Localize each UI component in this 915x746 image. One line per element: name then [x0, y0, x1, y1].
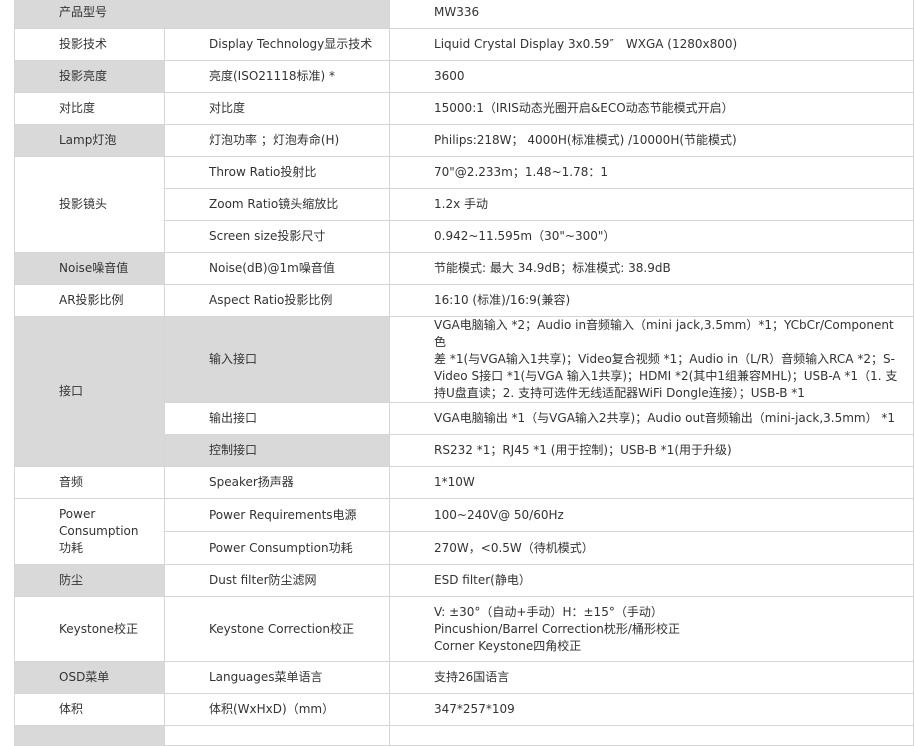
spec-value: 支持26国语言 [389, 661, 915, 694]
value-line: Video S接口 *1(与VGA 输入1共享)；HDMI *2(其中1组兼容M… [434, 369, 898, 383]
spec-name: Display Technology显示技术 [163, 28, 391, 61]
spec-value: 15000:1（IRIS动态光圈开启&ECO动态节能模式开启） [389, 92, 915, 125]
table-row: 体积 体积(WxHxD)（mm） 347*257*109 [14, 693, 915, 726]
category-cell: 投影技术 [14, 28, 165, 61]
table-row: 投影技术 Display Technology显示技术 Liquid Cryst… [14, 28, 915, 61]
spec-name: 灯泡功率 ；灯泡寿命(H) [163, 124, 391, 157]
table-row: Power Consumption 功耗 Power Requirements电… [14, 498, 915, 565]
spec-name: Screen size投影尺寸 [163, 220, 391, 253]
table-row: 音频 Speaker扬声器 1*10W [14, 466, 915, 499]
value-line: 差 *1(与VGA输入1共享)；Video复合视频 *1；Audio in（L/… [434, 352, 895, 366]
table-row: 投影镜头 Throw Ratio投射比 70"@2.233m；1.48~1.78… [14, 156, 915, 253]
spec-name: 控制接口 [163, 434, 391, 467]
table-row: Keystone校正 Keystone Correction校正 V: ±30°… [14, 596, 915, 662]
spec-value: 节能模式: 最大 34.9dB；标准模式: 38.9dB [389, 252, 915, 285]
spec-name: Power Requirements电源 [163, 498, 391, 532]
spec-value: Philips:218W； 4000H(标准模式) /10000H(节能模式) [389, 124, 915, 157]
value-line: 持U盘直读；2. 支持可选件无线适配器WiFi Dongle连接）；USB-B … [434, 386, 805, 400]
value-line: V: ±30°（自动+手动）H：±15°（手动） [434, 604, 663, 619]
spec-value: VGA电脑输出 *1（与VGA输入2共享)；Audio out音频输出（mini… [389, 402, 915, 435]
category-line: 功耗 [59, 541, 84, 555]
value-line: Corner Keystone四角校正 [434, 638, 582, 653]
table-row: 对比度 对比度 15000:1（IRIS动态光圈开启&ECO动态节能模式开启） [14, 92, 915, 125]
category-cell: AR投影比例 [14, 284, 165, 317]
table-row: Noise噪音值 Noise(dB)@1m噪音值 节能模式: 最大 34.9dB… [14, 252, 915, 285]
spec-name: Aspect Ratio投影比例 [163, 284, 391, 317]
spec-value: 100~240V@ 50/60Hz [389, 498, 915, 532]
category-line: Power [59, 507, 96, 521]
category-cell: 防尘 [14, 564, 165, 597]
table-row-model: 产品型号 MW336 [13, 0, 915, 29]
category-cell: Power Consumption 功耗 [14, 498, 165, 565]
spec-value: 70"@2.233m；1.48~1.78：1 [389, 156, 915, 189]
spec-name: Noise(dB)@1m噪音值 [163, 252, 391, 285]
category-cell: 对比度 [14, 92, 165, 125]
spec-name: 亮度(ISO21118标准) * [163, 60, 391, 93]
spec-value: V: ±30°（自动+手动）H：±15°（手动） Pincushion/Barr… [389, 596, 915, 662]
category-cell: 体积 [14, 693, 165, 726]
category-line: Consumption [59, 524, 139, 538]
value-line: Pincushion/Barrel Correction枕形/桶形校正 [434, 621, 680, 636]
spec-value: 347*257*109 [389, 693, 915, 726]
category-cell: 投影镜头 [14, 156, 165, 253]
spec-name: Dust filter防尘滤网 [163, 564, 391, 597]
category-cell [14, 725, 165, 746]
category-cell: Keystone校正 [14, 596, 165, 662]
category-cell: 音频 [14, 466, 165, 499]
table-row: 防尘 Dust filter防尘滤网 ESD filter(静电） [14, 564, 915, 597]
spec-value: Liquid Crystal Display 3x0.59″ WXGA (128… [389, 28, 915, 61]
table-row: AR投影比例 Aspect Ratio投影比例 16:10 (标准)/16:9(… [14, 284, 915, 317]
table-row: 投影亮度 亮度(ISO21118标准) * 3600 [14, 60, 915, 93]
spec-value: 1.2x 手动 [389, 188, 915, 221]
model-value: MW336 [389, 0, 915, 29]
spec-name [163, 725, 391, 746]
spec-table: 产品型号 MW336 投影技术 Display Technology显示技术 L… [13, 0, 915, 746]
spec-value: 3600 [389, 60, 915, 93]
model-label: 产品型号 [13, 0, 391, 29]
spec-name: Zoom Ratio镜头缩放比 [163, 188, 391, 221]
spec-value: ESD filter(静电） [389, 564, 915, 597]
spec-name: Languages菜单语言 [163, 661, 391, 694]
spec-value: 1*10W [389, 466, 915, 499]
spec-name: 体积(WxHxD)（mm） [163, 693, 391, 726]
spec-value: RS232 *1；RJ45 *1 (用于控制)；USB-B *1(用于升级) [389, 434, 915, 467]
spec-name: Throw Ratio投射比 [163, 156, 391, 189]
spec-value: VGA电脑输入 *2；Audio in音频输入（mini jack,3.5mm）… [389, 316, 915, 403]
spec-name: 输出接口 [163, 402, 391, 435]
spec-name: Power Consumption功耗 [163, 531, 391, 565]
spec-name: Speaker扬声器 [163, 466, 391, 499]
value-line: VGA电脑输入 *2；Audio in音频输入（mini jack,3.5mm）… [434, 318, 894, 349]
spec-name: 对比度 [163, 92, 391, 125]
category-cell: Lamp灯泡 [14, 124, 165, 157]
spec-name: Keystone Correction校正 [163, 596, 391, 662]
table-row [14, 725, 915, 746]
table-row: Lamp灯泡 灯泡功率 ；灯泡寿命(H) Philips:218W； 4000H… [14, 124, 915, 157]
category-cell: 接口 [14, 316, 165, 467]
category-cell: Noise噪音值 [14, 252, 165, 285]
spec-value: 0.942~11.595m（30"~300"） [389, 220, 915, 253]
table-row: 接口 输入接口 VGA电脑输入 *2；Audio in音频输入（mini jac… [14, 316, 915, 467]
spec-name: 输入接口 [163, 316, 391, 403]
spec-value: 16:10 (标准)/16:9(兼容) [389, 284, 915, 317]
spec-value [389, 725, 915, 746]
table-row: OSD菜单 Languages菜单语言 支持26国语言 [14, 661, 915, 694]
category-cell: 投影亮度 [14, 60, 165, 93]
spec-value: 270W，<0.5W（待机模式） [389, 531, 915, 565]
category-cell: OSD菜单 [14, 661, 165, 694]
